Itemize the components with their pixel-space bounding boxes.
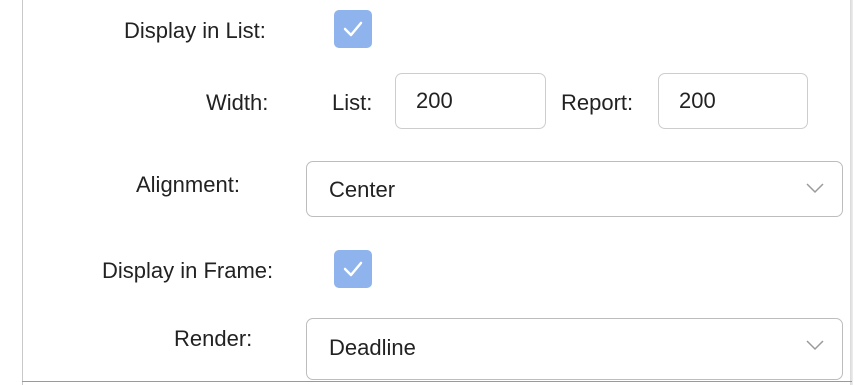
alignment-label: Alignment: <box>136 172 240 197</box>
panel-bottom-border <box>22 381 852 382</box>
width-label: Width: <box>206 90 269 115</box>
display-in-frame-checkbox[interactable] <box>334 250 372 288</box>
display-in-list-checkbox[interactable] <box>334 10 372 48</box>
width-list-input[interactable]: 200 <box>395 73 546 129</box>
display-in-frame-label: Display in Frame: <box>102 258 274 283</box>
width-report-label: Report: <box>561 90 634 115</box>
checkmark-icon <box>343 261 363 277</box>
alignment-select[interactable]: Center <box>306 161 843 217</box>
display-in-list-label: Display in List: <box>124 18 266 43</box>
alignment-selected-value: Center <box>329 177 396 202</box>
chevron-down-icon <box>806 340 824 351</box>
panel-right-border <box>850 0 853 385</box>
chevron-down-icon <box>806 183 824 194</box>
panel-left-border <box>22 0 23 385</box>
width-report-input[interactable]: 200 <box>658 73 808 129</box>
render-label: Render: <box>174 326 253 351</box>
width-list-label: List: <box>332 90 373 115</box>
settings-panel: Display in List: Width: List: 200 Report… <box>0 0 854 385</box>
checkmark-icon <box>343 21 363 37</box>
render-select[interactable]: Deadline <box>306 318 843 380</box>
render-selected-value: Deadline <box>329 335 416 360</box>
